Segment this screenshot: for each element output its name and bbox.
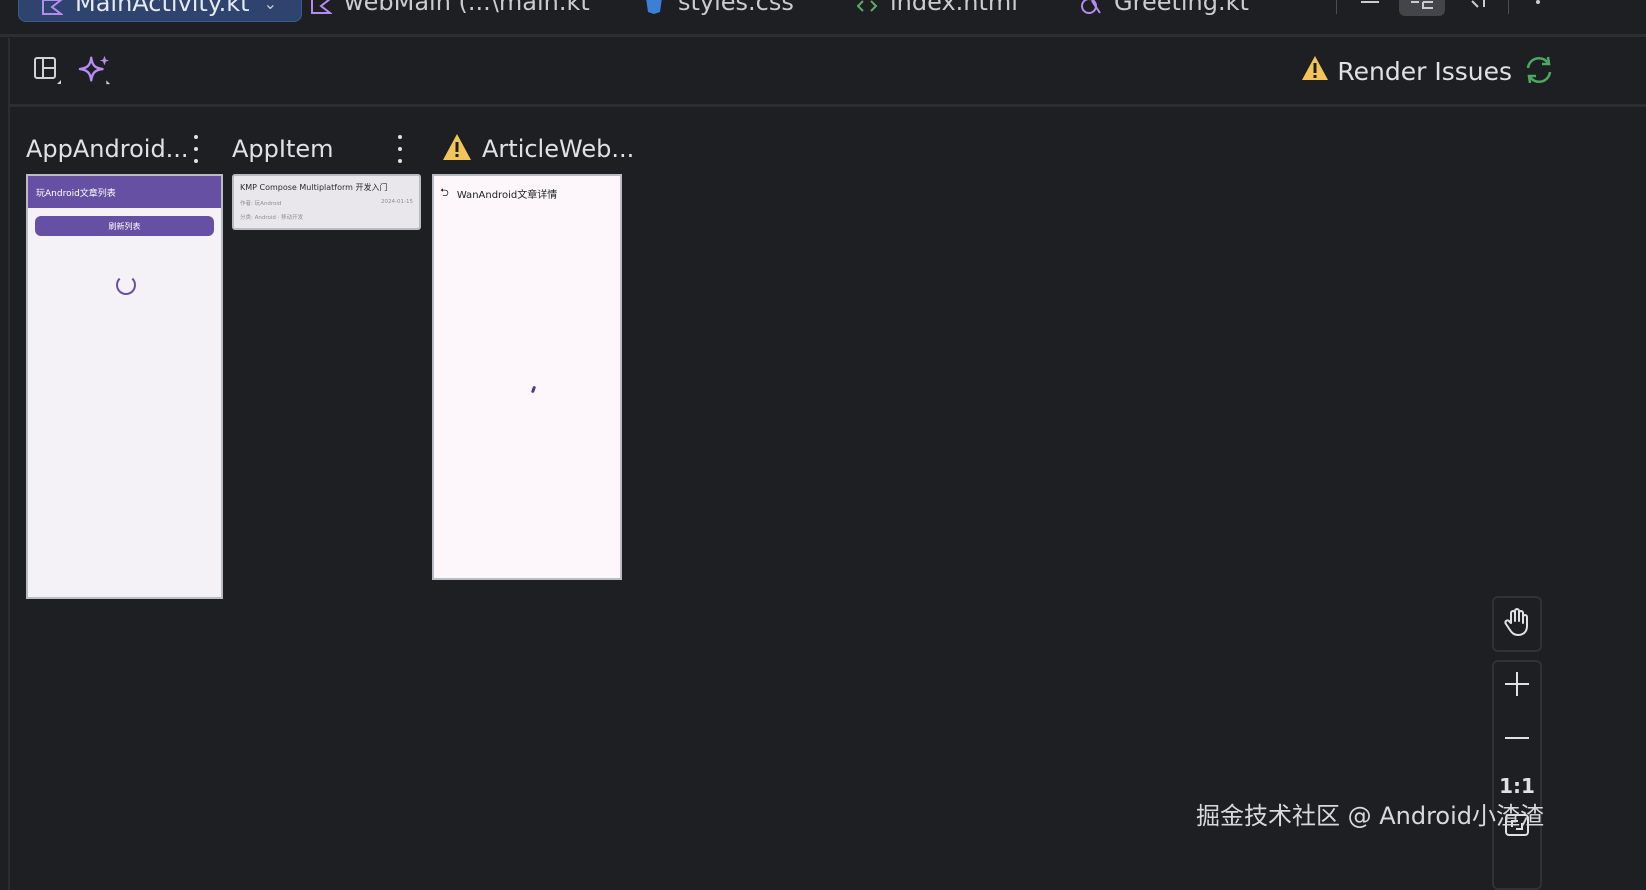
- toolbar-divider: [1508, 0, 1509, 14]
- article-date: 2024-01-15: [381, 199, 413, 205]
- tab-styles-css[interactable]: styles.css: [644, 0, 794, 20]
- article-title: KMP Compose Multiplatform 开发入门: [240, 183, 388, 192]
- preview-title-app-android[interactable]: AppAndroid...: [26, 135, 189, 163]
- css-file-icon: [644, 0, 666, 14]
- web-top-bar: ⮌ WanAndroid文章详情: [440, 184, 557, 203]
- kotlin-file-icon: [1080, 0, 1102, 14]
- zoom-out-button[interactable]: [1494, 710, 1540, 758]
- app-item-preview[interactable]: KMP Compose Multiplatform 开发入门 作者: 玩Andr…: [232, 174, 421, 230]
- tab-label: webMain (...\main.kt: [344, 0, 590, 16]
- pan-tool-button[interactable]: [1492, 596, 1542, 652]
- minus-icon: [1503, 725, 1531, 744]
- preview-title-article-web[interactable]: ArticleWeb...: [482, 135, 634, 163]
- back-arrow-icon[interactable]: ⮌: [440, 184, 449, 203]
- loading-spinner-icon: [530, 385, 537, 394]
- more-options-icon[interactable]: [1532, 0, 1544, 14]
- preview-toolbar: Render Issues: [8, 38, 1646, 107]
- chevron-down-icon[interactable]: ⌄: [264, 0, 277, 13]
- tab-label: Greeting.kt: [1114, 0, 1249, 16]
- zoom-controls: 1:1: [1492, 660, 1542, 890]
- tab-label: MainActivity.kt: [75, 0, 250, 17]
- render-issues-label: Render Issues: [1337, 56, 1512, 86]
- preview-title-app-item[interactable]: AppItem: [232, 135, 334, 163]
- watermark-text: 掘金技术社区 @ Android小渣渣: [1195, 802, 1544, 830]
- preview-canvas[interactable]: AppAndroid... 玩Android文章列表 刷新列表 AppItem …: [8, 107, 1646, 890]
- plus-icon: [1503, 670, 1531, 702]
- hand-icon: [1503, 607, 1531, 641]
- more-options-icon[interactable]: [186, 135, 206, 163]
- tab-label: index.html: [890, 0, 1018, 16]
- article-author: 作者: 玩Android: [240, 201, 282, 207]
- zoom-in-button[interactable]: [1494, 662, 1540, 710]
- kotlin-file-icon: [310, 0, 333, 14]
- tab-index-html[interactable]: index.html: [856, 0, 1018, 20]
- sparkle-icon[interactable]: [78, 53, 112, 87]
- more-options-icon[interactable]: [390, 135, 410, 163]
- editor-tab-bar: MainActivity.kt ⌄ webMain (...\main.kt s…: [0, 0, 1646, 37]
- tab-greeting[interactable]: Greeting.kt: [1080, 0, 1249, 20]
- app-top-bar: 玩Android文章列表: [28, 176, 221, 208]
- code-view-icon[interactable]: [1358, 0, 1382, 14]
- warning-icon: [442, 133, 472, 165]
- tab-web-main[interactable]: webMain (...\main.kt: [310, 0, 590, 20]
- panel-layout-icon[interactable]: [30, 53, 64, 87]
- article-web-preview[interactable]: ⮌ WanAndroid文章详情: [432, 174, 622, 580]
- refresh-list-button[interactable]: 刷新列表: [35, 216, 214, 236]
- render-issues-button[interactable]: Render Issues: [1301, 55, 1512, 87]
- tab-main-activity[interactable]: MainActivity.kt ⌄: [18, 0, 302, 22]
- split-view-icon[interactable]: [1399, 0, 1445, 16]
- zoom-ratio-label: 1:1: [1499, 774, 1535, 798]
- article-category: 分类: Android · 移动开发: [240, 215, 304, 221]
- kotlin-file-icon: [41, 0, 64, 15]
- refresh-icon[interactable]: [1522, 53, 1556, 87]
- html-file-icon: [856, 0, 878, 12]
- design-view-icon[interactable]: [1464, 0, 1488, 14]
- toolbar-divider: [1336, 0, 1337, 14]
- tab-label: styles.css: [678, 0, 794, 16]
- web-title: WanAndroid文章详情: [456, 190, 558, 201]
- loading-spinner-icon: [116, 275, 136, 295]
- app-android-preview[interactable]: 玩Android文章列表 刷新列表: [26, 174, 223, 599]
- warning-icon: [1301, 55, 1329, 87]
